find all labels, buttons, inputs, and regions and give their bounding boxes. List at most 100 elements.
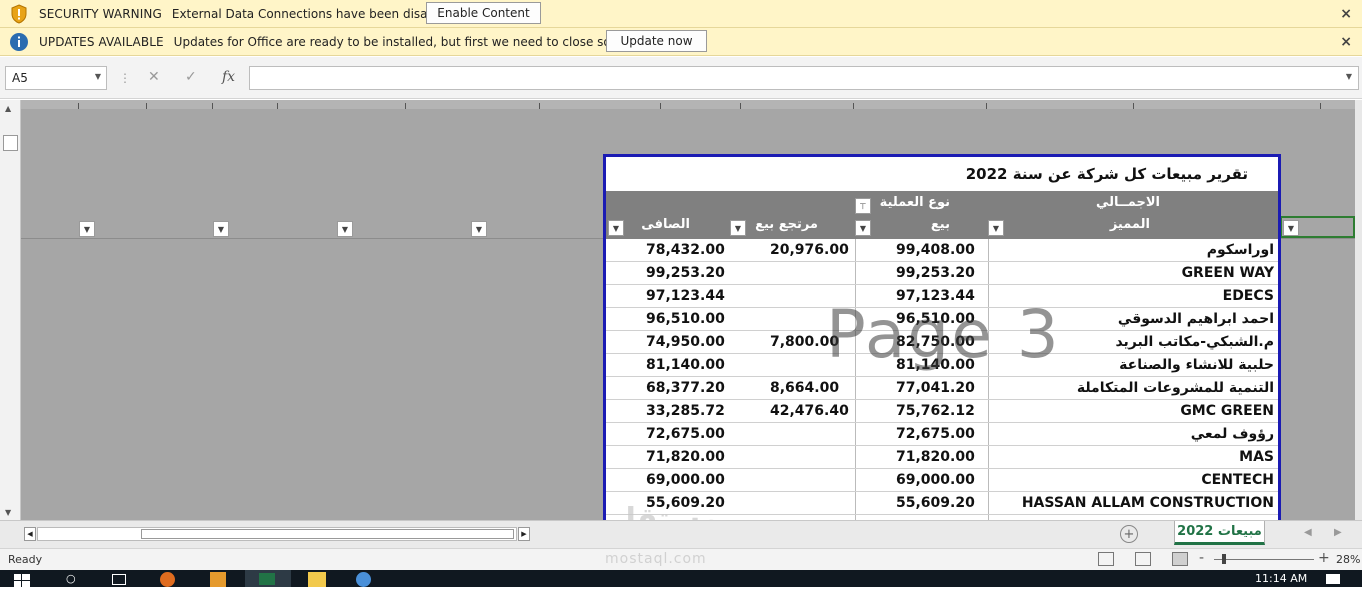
- company-name-cell: التنمية للمشروعات المتكاملة: [1076, 380, 1274, 396]
- sale-cell: 75,762.12: [896, 403, 975, 419]
- sheet-tab-bar: ◀ ▶ + مبيعات 2022 ◀ ▶: [0, 520, 1362, 548]
- table-row[interactable]: اوراسكوم 99,408.00 20,976.00 78,432.00: [606, 239, 1278, 262]
- net-cell: 71,820.00: [646, 449, 725, 465]
- security-warning-title: SECURITY WARNING: [39, 6, 162, 21]
- folder-icon[interactable]: [308, 572, 326, 587]
- cancel-icon[interactable]: ✕: [148, 69, 160, 85]
- filter-applied-icon[interactable]: ⊤: [855, 198, 871, 214]
- zoom-out-icon[interactable]: -: [1199, 550, 1204, 566]
- zoom-slider-thumb[interactable]: [1222, 554, 1226, 564]
- updates-available-bar: UPDATES AVAILABLE Updates for Office are…: [0, 28, 1362, 56]
- net-cell: 97,123.44: [646, 288, 725, 304]
- company-name-cell: EDECS: [1222, 288, 1274, 304]
- windows-taskbar: ○ 11:14 AM: [0, 570, 1362, 587]
- vertical-scrollbar[interactable]: [1355, 100, 1362, 520]
- update-now-button[interactable]: Update now: [606, 30, 707, 52]
- search-icon[interactable]: ○: [66, 572, 84, 587]
- updates-title: UPDATES AVAILABLE: [39, 34, 164, 49]
- company-name-cell: MAS: [1239, 449, 1274, 465]
- sale-cell: 55,609.20: [896, 495, 975, 511]
- filter-dropdown-icon[interactable]: ▼: [855, 220, 871, 236]
- company-name-cell: رؤوف لمعي: [1190, 426, 1274, 442]
- separator-dots-icon: ⋮: [119, 71, 131, 85]
- row-header-strip: ▲ ▼: [0, 100, 21, 520]
- security-warning-message: External Data Connections have been disa…: [171, 6, 454, 21]
- filter-dropdown-icon[interactable]: ▼: [213, 221, 229, 237]
- table-row[interactable]: CENTECH 69,000.00 69,000.00: [606, 469, 1278, 492]
- net-cell: 78,432.00: [646, 242, 725, 258]
- filter-dropdown-icon[interactable]: ▼: [471, 221, 487, 237]
- sheet-tab-sales-2022[interactable]: مبيعات 2022: [1174, 521, 1265, 545]
- normal-view-icon[interactable]: [1098, 552, 1114, 566]
- header-name-col: المميز: [1109, 217, 1150, 232]
- net-cell: 68,377.20: [646, 380, 725, 396]
- selected-cell[interactable]: ▼: [1280, 216, 1355, 238]
- company-name-cell: اوراسكوم: [1206, 242, 1274, 258]
- return-cell: 8,664.00: [770, 380, 840, 396]
- filter-dropdown-icon[interactable]: ▼: [1283, 220, 1299, 236]
- net-cell: 72,675.00: [646, 426, 725, 442]
- filter-dropdown-icon[interactable]: ▼: [988, 220, 1004, 236]
- company-name-cell: GREEN WAY: [1181, 265, 1274, 281]
- horizontal-scrollbar[interactable]: [37, 527, 517, 541]
- app-icon[interactable]: [356, 572, 371, 587]
- scroll-left-icon[interactable]: ◀: [24, 527, 36, 541]
- enter-icon[interactable]: ✓: [185, 69, 197, 85]
- worksheet-area[interactable]: ▲ ▼ ▼ ▼ ▼ ▼ ▼ تقرير مبيعات كل شركة عن سن…: [0, 100, 1362, 524]
- close-updates-bar-icon[interactable]: ×: [1340, 34, 1352, 50]
- zoom-slider[interactable]: [1214, 559, 1314, 560]
- sale-cell: 99,253.20: [896, 265, 975, 281]
- sale-cell: 99,408.00: [896, 242, 975, 258]
- app-icon[interactable]: [210, 572, 226, 587]
- chevron-down-icon[interactable]: ▼: [95, 72, 101, 81]
- net-cell: 99,253.20: [646, 265, 725, 281]
- scroll-down-icon[interactable]: ▼: [5, 508, 11, 517]
- sale-cell: 77,041.20: [896, 380, 975, 396]
- expand-formula-icon[interactable]: ▼: [1346, 72, 1352, 81]
- notification-icon[interactable]: [1326, 574, 1340, 584]
- formula-input[interactable]: ▼: [249, 66, 1359, 90]
- table-row[interactable]: GMC GREEN 75,762.12 42,476.40 33,285.72: [606, 400, 1278, 423]
- page-layout-view-icon[interactable]: [1135, 552, 1151, 566]
- company-name-cell: HASSAN ALLAM CONSTRUCTION: [1021, 495, 1274, 511]
- add-sheet-icon[interactable]: +: [1120, 525, 1138, 543]
- excel-taskbar-button[interactable]: [245, 570, 291, 587]
- net-cell: 69,000.00: [646, 472, 725, 488]
- enable-content-button[interactable]: Enable Content: [426, 2, 541, 24]
- table-row[interactable]: رؤوف لمعي 72,675.00 72,675.00: [606, 423, 1278, 446]
- filter-dropdown-icon[interactable]: ▼: [79, 221, 95, 237]
- browser-icon[interactable]: [160, 572, 175, 587]
- excel-icon: [259, 573, 275, 585]
- scroll-up-icon[interactable]: ▲: [5, 104, 11, 113]
- sale-cell: 72,675.00: [896, 426, 975, 442]
- net-cell: 96,510.00: [646, 311, 725, 327]
- page-break-preview-icon[interactable]: [1172, 552, 1188, 566]
- zoom-in-icon[interactable]: +: [1318, 550, 1330, 566]
- filter-dropdown-icon[interactable]: ▼: [337, 221, 353, 237]
- close-security-bar-icon[interactable]: ×: [1340, 6, 1352, 22]
- header-sale-col: بيع: [930, 217, 950, 232]
- header-return-col: مرتجع بيع: [755, 217, 818, 232]
- scroll-right-icon[interactable]: ▶: [518, 527, 530, 541]
- status-ready: Ready: [8, 553, 43, 566]
- name-box[interactable]: A5 ▼: [5, 66, 107, 90]
- return-cell: 42,476.40: [770, 403, 849, 419]
- company-name-cell: GMC GREEN: [1180, 403, 1274, 419]
- zoom-level[interactable]: 28%: [1336, 553, 1360, 566]
- table-row[interactable]: MAS 71,820.00 71,820.00: [606, 446, 1278, 469]
- select-all-box[interactable]: [3, 135, 18, 151]
- horizontal-scroll-thumb[interactable]: [141, 529, 514, 539]
- task-view-icon[interactable]: [112, 574, 126, 585]
- filter-dropdown-icon[interactable]: ▼: [608, 220, 624, 236]
- tab-scroll-right-icon[interactable]: ▶: [1334, 527, 1342, 538]
- net-cell: 81,140.00: [646, 357, 725, 373]
- net-cell: 74,950.00: [646, 334, 725, 350]
- company-name-cell: حلبية للانشاء والصناعة: [1119, 357, 1274, 373]
- filter-dropdown-icon[interactable]: ▼: [730, 220, 746, 236]
- tab-scroll-left-icon[interactable]: ◀: [1304, 527, 1312, 538]
- table-row[interactable]: GREEN WAY 99,253.20 99,253.20: [606, 262, 1278, 285]
- table-row[interactable]: التنمية للمشروعات المتكاملة 77,041.20 8,66…: [606, 377, 1278, 400]
- header-total-group: الاجمــالي: [1095, 195, 1160, 210]
- shield-warning-icon: [9, 3, 29, 24]
- insert-function-icon[interactable]: fx: [222, 69, 235, 85]
